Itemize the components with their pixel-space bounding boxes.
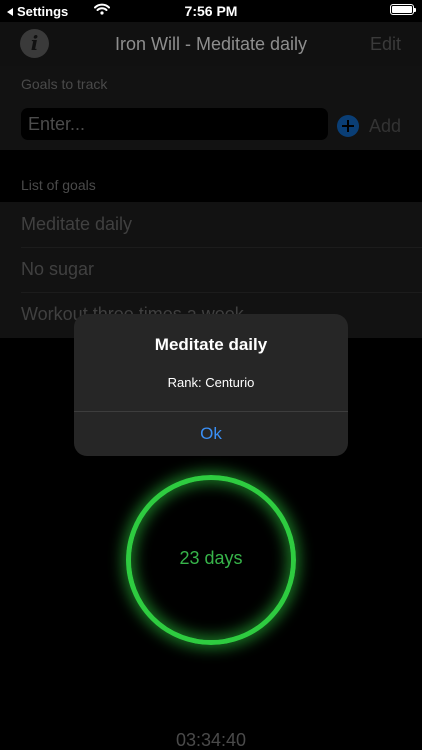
app-screen: Settings 7:56 PM i Iron Will - Meditate … (0, 0, 422, 750)
status-bar: Settings 7:56 PM (0, 0, 422, 22)
goals-input-section: Goals to track Enter... Add (0, 66, 422, 150)
goal-row-meditate-daily[interactable]: Meditate daily (0, 202, 422, 247)
goal-input-field[interactable]: Enter... (21, 108, 328, 140)
alert-message: Rank: Centurio (167, 375, 255, 390)
list-of-goals-header: List of goals (21, 177, 96, 193)
edit-button[interactable]: Edit (370, 34, 401, 55)
streak-days-label: 23 days (179, 548, 243, 568)
nav-title: Iron Will - Meditate daily (114, 34, 308, 54)
goal-row-no-sugar[interactable]: No sugar (0, 247, 422, 292)
add-button[interactable]: Add (369, 116, 401, 137)
alert-title: Meditate daily (154, 335, 268, 354)
alert-ok-button[interactable]: Ok (74, 412, 348, 456)
goals-to-track-header: Goals to track (21, 76, 108, 92)
add-circle-icon[interactable] (337, 115, 359, 137)
streak-ring: 23 days (126, 475, 296, 645)
status-time: 7:56 PM (184, 3, 238, 19)
rank-alert-dialog: Meditate daily Rank: Centurio Ok (74, 314, 348, 456)
streak-timer: 03:34:40 (175, 730, 247, 750)
battery-icon (390, 4, 416, 15)
navigation-bar: i Iron Will - Meditate daily Edit (0, 22, 422, 66)
